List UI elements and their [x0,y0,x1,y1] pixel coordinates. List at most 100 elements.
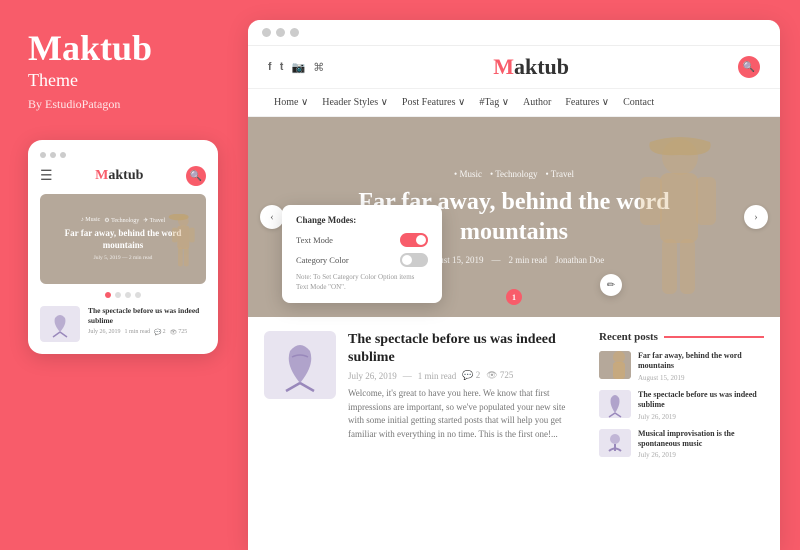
post-comments: 💬 2 [462,370,480,381]
main-post-title: The spectacle before us was indeed subli… [348,331,583,367]
recent-item-3-date: July 26, 2019 [638,451,764,459]
main-post: The spectacle before us was indeed subli… [264,331,583,467]
nav-home[interactable]: Home ∨ [268,95,314,110]
recent-item-3-title: Musical improvisation is the spontaneous… [638,429,764,450]
category-color-row: Category Color [296,253,428,267]
site-social: 𝐟 𝐭 📷 ⌘ [268,61,324,74]
post-separator: — [403,371,412,381]
hero-prev-button[interactable]: ‹ [260,205,284,229]
theme-label: Theme [28,70,220,91]
mobile-brand: Maktub [95,168,143,184]
float-edit-button[interactable]: ✏ [600,274,622,296]
site-search-button[interactable]: 🔍 [738,56,760,78]
recent-posts: Recent posts Far far away, beh [599,331,764,467]
category-color-toggle[interactable] [400,253,428,267]
mobile-post-content: The spectacle before us was indeed subli… [88,306,206,336]
recent-item-2-title: The spectacle before us was indeed subli… [638,390,764,411]
mobile-mockup: ☰ Maktub 🔍 ♪ Music ⚙ Technology ✈ Travel… [28,140,218,354]
hero-area: Music Technology Travel Far far away, be… [248,117,780,550]
mobile-tag-tech: ⚙ Technology [104,217,139,224]
recent-header-line [664,336,764,338]
mobile-post-thumbnail [40,306,80,342]
site-header: 𝐟 𝐭 📷 ⌘ Maktub 🔍 [248,46,780,89]
recent-item-2-body: The spectacle before us was indeed subli… [638,390,764,421]
post-date: July 26, 2019 [348,371,397,381]
mobile-post-views: 👁 725 [170,329,188,336]
mobile-hero-meta: July 5, 2019 — 2 min read [94,255,153,261]
mobile-dots [40,152,206,158]
mobile-post-read: 1 min read [125,329,151,336]
hero-tag-travel: Travel [546,169,574,179]
browser-circle-3 [290,28,299,37]
post-views: 👁 725 [486,370,513,381]
recent-item-2: The spectacle before us was indeed subli… [599,390,764,421]
mobile-dot-3 [60,152,66,158]
main-post-thumbnail [264,331,336,399]
recent-item-1: Far far away, behind the word mountains … [599,351,764,382]
mobile-dot-1 [40,152,46,158]
mobile-hero-figure [160,214,200,284]
nav-contact[interactable]: Contact [617,95,660,110]
recent-item-1-title: Far far away, behind the word mountains [638,351,764,372]
mobile-post: The spectacle before us was indeed subli… [40,306,206,342]
hero-meta: August 15, 2019 — 2 min read Jonathan Do… [424,255,605,265]
brand-title: Maktub [28,30,220,66]
change-modes-title: Change Modes: [296,215,428,225]
change-modes-note: Note: To Set Category Color Option items… [296,273,428,293]
recent-item-3-thumb [599,429,631,457]
hero-tag-music: Music [454,169,482,179]
recent-item-1-date: August 15, 2019 [638,374,764,382]
mobile-nav-dot-2[interactable] [115,292,121,298]
hero-tag-tech: Technology [490,169,538,179]
mobile-search-button[interactable]: 🔍 [186,166,206,186]
nav-header-styles[interactable]: Header Styles ∨ [316,95,394,110]
left-panel: Maktub Theme By EstudioPatagon ☰ Maktub … [0,0,248,550]
site-nav: Home ∨ Header Styles ∨ Post Features ∨ #… [248,89,780,117]
category-color-label: Category Color [296,255,349,265]
recent-item-1-body: Far far away, behind the word mountains … [638,351,764,382]
mobile-nav-dots [40,292,206,298]
rss-icon[interactable]: ⌘ [313,61,324,74]
mobile-post-date: July 26, 2019 [88,329,121,336]
twitter-icon[interactable]: 𝐭 [280,61,284,74]
instagram-icon[interactable]: 📷 [292,61,306,74]
text-mode-row: Text Mode [296,233,428,247]
nav-post-features[interactable]: Post Features ∨ [396,95,471,110]
site-content: Music Technology Travel Far far away, be… [248,117,780,550]
mobile-hamburger-icon[interactable]: ☰ [40,168,53,185]
recent-item-1-thumb [599,351,631,379]
by-label: By EstudioPatagon [28,97,220,112]
recent-item-2-thumb [599,390,631,418]
mobile-nav-dot-3[interactable] [125,292,131,298]
toggle-thumb [416,235,426,245]
posts-area: The spectacle before us was indeed subli… [248,317,780,481]
mobile-tag-music: ♪ Music [81,217,101,224]
mobile-nav-dot-1[interactable] [105,292,111,298]
browser-bar [248,20,780,46]
browser-circle-1 [262,28,271,37]
hero-tags: Music Technology Travel [454,169,574,179]
nav-tag[interactable]: #Tag ∨ [473,95,515,110]
nav-author[interactable]: Author [517,95,557,110]
mobile-header: ☰ Maktub 🔍 [40,166,206,186]
mobile-hero: ♪ Music ⚙ Technology ✈ Travel Far far aw… [40,194,206,284]
hero-read: 2 min read [509,255,548,265]
mobile-post-title: The spectacle before us was indeed subli… [88,306,206,326]
hero-figure [620,137,720,317]
post-read: 1 min read [418,371,457,381]
facebook-icon[interactable]: 𝐟 [268,61,272,74]
recent-posts-header: Recent posts [599,331,764,343]
hero-notification-badge: 1 [506,289,522,305]
toggle-thumb-2 [402,255,412,265]
mobile-nav-dot-4[interactable] [135,292,141,298]
hero-separator: — [492,255,501,265]
recent-posts-title: Recent posts [599,331,658,343]
site-logo: Maktub [493,54,569,80]
text-mode-label: Text Mode [296,235,333,245]
mobile-post-meta: July 26, 2019 1 min read 💬 2 👁 725 [88,329,206,336]
recent-item-2-date: July 26, 2019 [638,413,764,421]
text-mode-toggle[interactable] [400,233,428,247]
hero-next-button[interactable]: › [744,205,768,229]
nav-features[interactable]: Features ∨ [559,95,615,110]
main-post-meta: July 26, 2019 — 1 min read 💬 2 👁 725 [348,370,583,381]
